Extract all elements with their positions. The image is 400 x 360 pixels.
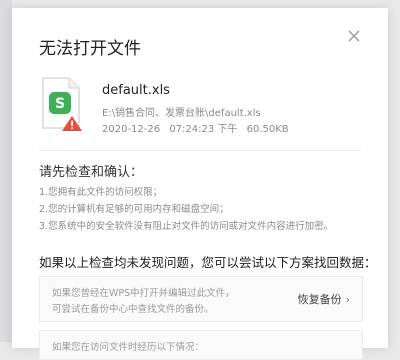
file-size: 60.50KB bbox=[246, 124, 289, 135]
access-issue-card: 如果您在访问文件时经历以下情况： bbox=[39, 330, 363, 360]
recover-title: 如果以上检查均未发现问题，您可以尝试以下方案找回数据： bbox=[39, 255, 377, 270]
spreadsheet-file-warning-icon: S bbox=[42, 77, 82, 131]
close-icon[interactable] bbox=[346, 28, 362, 44]
dialog-title: 无法打开文件 bbox=[39, 39, 141, 59]
restore-backup-button[interactable]: 恢复备份 › bbox=[298, 291, 350, 307]
divider bbox=[39, 150, 361, 151]
svg-text:S: S bbox=[55, 96, 65, 112]
file-time: 07:24:23 下午 bbox=[169, 124, 238, 135]
restore-backup-label: 恢复备份 bbox=[297, 293, 342, 306]
chevron-right-icon: › bbox=[345, 293, 350, 306]
file-meta: 2020-12-26 07:24:23 下午 60.50KB bbox=[102, 120, 295, 135]
check-item: 1.您拥有此文件的访问权限； bbox=[39, 187, 163, 198]
access-card-line1: 如果您在访问文件时经历以下情况： bbox=[52, 342, 205, 353]
error-dialog: 无法打开文件 S default.xls E:\销售合同、发票台账\defaul… bbox=[12, 8, 388, 360]
backup-recovery-card: 如果您曾经在WPS中打开并编辑过此文件， 可尝试在备份中心中查找文件的备份。 恢… bbox=[39, 276, 363, 322]
backdrop bbox=[0, 0, 12, 342]
check-item: 3.您系统中的安全软件没有阻止对文件的访问或对文件内容进行加密。 bbox=[39, 221, 334, 232]
file-name: default.xls bbox=[102, 83, 170, 98]
file-date: 2020-12-26 bbox=[102, 124, 161, 135]
file-path: E:\销售合同、发票台账\default.xls bbox=[102, 108, 261, 119]
check-title: 请先检查和确认： bbox=[39, 165, 144, 180]
check-item: 2.您的计算机有足够的可用内存和磁盘空间； bbox=[39, 204, 229, 215]
backup-card-line2: 可尝试在备份中心中查找文件的备份。 bbox=[52, 304, 214, 315]
check-list: 1.您拥有此文件的访问权限； 2.您的计算机有足够的可用内存和磁盘空间； 3.您… bbox=[39, 184, 333, 235]
backup-card-line1: 如果您曾经在WPS中打开并编辑过此文件， bbox=[52, 288, 235, 299]
